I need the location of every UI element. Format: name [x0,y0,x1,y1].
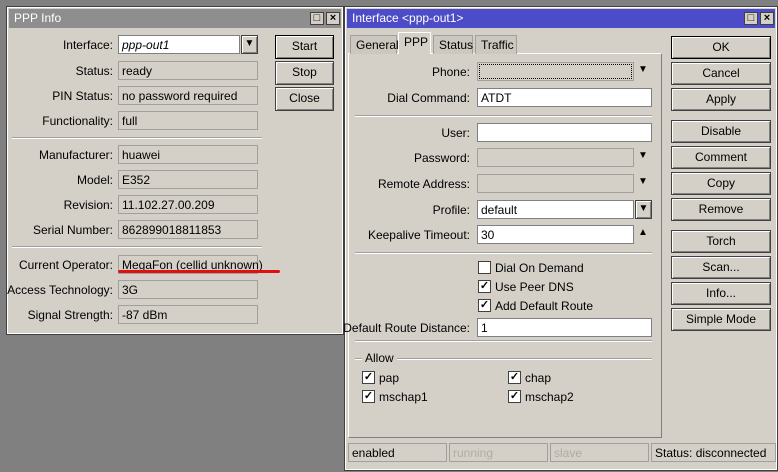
chap-checkbox[interactable]: ✓ [508,371,521,384]
pap-label: pap [379,371,400,385]
dial-command-input[interactable]: ATDT [477,88,652,107]
simple-mode-button[interactable]: Simple Mode [671,308,771,331]
phone-select[interactable] [477,62,634,81]
chap-label: chap [525,371,552,385]
info-button[interactable]: Info... [671,282,771,305]
cancel-button[interactable]: Cancel [671,62,771,85]
dial-on-demand-checkbox[interactable] [478,261,491,274]
manufacturer-label: Manufacturer: [38,148,113,162]
use-peer-dns-label: Use Peer DNS [495,280,574,294]
dropdown-arrow-icon[interactable]: ▼ [241,35,258,54]
status-slave: slave [550,443,649,462]
access-tech-label: Access Technology: [7,283,113,297]
serial-label: Serial Number: [32,223,113,237]
keepalive-input[interactable]: 30 [477,225,634,244]
apply-button[interactable]: Apply [671,88,771,111]
mschap2-checkbox[interactable]: ✓ [508,390,521,403]
access-tech-value: 3G [118,280,258,299]
red-underline-annotation [118,270,280,273]
dial-command-label: Dial Command: [387,91,470,105]
pap-checkbox[interactable]: ✓ [362,371,375,384]
mschap1-checkbox[interactable]: ✓ [362,390,375,403]
user-input[interactable] [477,123,652,142]
user-label: User: [441,126,470,140]
disable-button[interactable]: Disable [671,120,771,143]
default-route-distance-label: Default Route Distance: [343,321,470,335]
password-label: Password: [413,151,470,165]
dropdown-arrow-icon[interactable]: ▼ [638,150,648,161]
add-default-route-label: Add Default Route [495,299,594,313]
profile-label: Profile: [432,203,470,217]
tab-status[interactable]: Status [433,35,473,54]
interface-label: Interface: [62,38,113,52]
comment-button[interactable]: Comment [671,146,771,169]
status-running: running [449,443,548,462]
remove-button[interactable]: Remove [671,198,771,221]
use-peer-dns-checkbox[interactable]: ✓ [478,280,491,293]
signal-label: Signal Strength: [27,308,113,322]
divider [355,115,652,117]
dial-on-demand-label: Dial On Demand [495,261,584,275]
tab-traffic[interactable]: Traffic [475,35,517,54]
revision-label: Revision: [63,198,113,212]
revision-value: 11.102.27.00.209 [118,195,258,214]
divider [355,340,652,342]
window-title: PPP Info [14,11,62,25]
mschap2-label: mschap2 [525,390,574,404]
manufacturer-value: huawei [118,145,258,164]
tab-ppp[interactable]: PPP [398,32,431,54]
keepalive-label: Keepalive Timeout: [367,228,470,242]
signal-value: -87 dBm [118,305,258,324]
divider [12,246,262,248]
add-default-route-checkbox[interactable]: ✓ [478,299,491,312]
pin-status-value: no password required [118,86,258,105]
functionality-value: full [118,111,258,130]
tab-general[interactable]: General [350,35,399,54]
model-value: E352 [118,170,258,189]
divider [12,137,262,139]
remote-address-input[interactable] [477,174,634,193]
mschap1-label: mschap1 [379,390,428,404]
interface-titlebar[interactable]: Interface <ppp-out1> □ × [347,9,775,28]
collapse-arrow-icon[interactable]: ▲ [638,227,648,238]
ppp-info-titlebar[interactable]: PPP Info □ × [9,9,341,28]
interface-select[interactable]: ppp-out1 [118,35,240,54]
status-value: ready [118,61,258,80]
close-icon[interactable]: × [760,12,774,25]
ok-button[interactable]: OK [671,36,771,59]
maximize-icon[interactable]: □ [310,12,324,25]
password-input[interactable] [477,148,634,167]
status-enabled: enabled [348,443,447,462]
dropdown-arrow-icon[interactable]: ▼ [638,64,648,75]
close-button[interactable]: Close [275,87,334,111]
pin-status-label: PIN Status: [52,89,113,103]
dropdown-arrow-icon[interactable]: ▼ [638,176,648,187]
window-title: Interface <ppp-out1> [352,11,464,25]
allow-group-title: Allow [362,351,397,365]
profile-select[interactable]: default [477,200,634,219]
scan-button[interactable]: Scan... [671,256,771,279]
start-button[interactable]: Start [275,35,334,59]
torch-button[interactable]: Torch [671,230,771,253]
serial-value: 862899018811853 [118,220,258,239]
copy-button[interactable]: Copy [671,172,771,195]
close-icon[interactable]: × [326,12,340,25]
dropdown-arrow-icon[interactable]: ▼ [635,200,652,219]
default-route-distance-input[interactable]: 1 [477,318,652,337]
status-label: Status: [75,64,113,78]
allow-group-line [355,358,652,360]
status-connection: Status: disconnected [651,443,776,462]
stop-button[interactable]: Stop [275,61,334,85]
maximize-icon[interactable]: □ [744,12,758,25]
model-label: Model: [76,173,113,187]
operator-label: Current Operator: [18,258,113,272]
functionality-label: Functionality: [42,114,113,128]
remote-address-label: Remote Address: [377,177,470,191]
phone-label: Phone: [431,65,470,79]
divider [355,252,652,254]
